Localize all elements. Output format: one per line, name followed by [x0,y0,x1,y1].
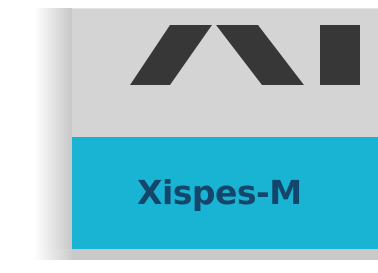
bottom-edge-shadow [34,249,74,260]
logo-bar [320,25,360,85]
logo-stroke-right [216,25,304,85]
logo-area [72,9,378,137]
bottom-strip [72,249,378,260]
product-banner: Xispes-M [72,137,378,249]
xispes-logo-icon [130,25,360,85]
logo-stroke-left [130,25,212,85]
product-title: Xispes-M [137,173,302,212]
screenshot-frame: Xispes-M [0,0,378,273]
left-edge-shadow [34,8,74,260]
